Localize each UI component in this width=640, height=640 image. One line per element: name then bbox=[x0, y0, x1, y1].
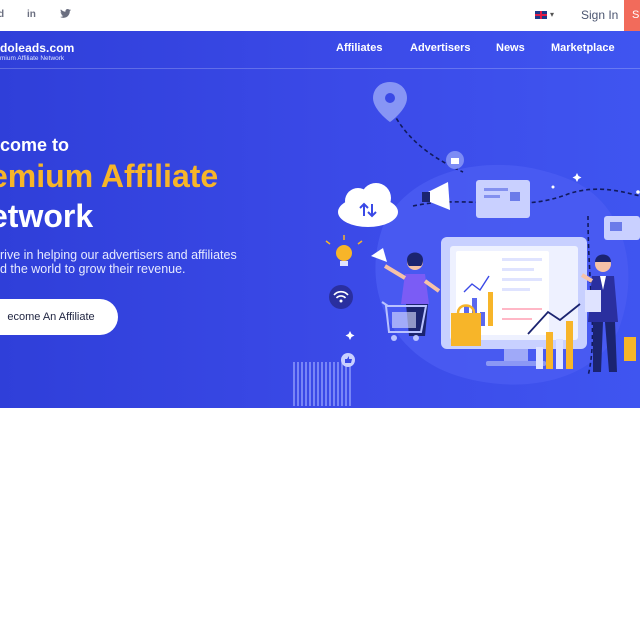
become-affiliate-button[interactable]: ecome An Affiliate bbox=[0, 299, 118, 335]
signup-button[interactable]: S bbox=[624, 0, 640, 31]
like-icon bbox=[341, 353, 355, 367]
nav-news[interactable]: News bbox=[496, 42, 525, 54]
monitor-dashboard bbox=[441, 237, 587, 366]
hero-description-line: rive in helping our advertisers and affi… bbox=[0, 248, 237, 262]
hero-welcome: come to bbox=[0, 135, 70, 155]
shopping-bag-icon bbox=[446, 151, 464, 169]
top-bar: d in ▾ Sign In S bbox=[0, 0, 640, 31]
hero-illustration bbox=[293, 82, 640, 406]
hero-title: etwork bbox=[0, 198, 94, 234]
header-divider bbox=[0, 68, 640, 69]
hero-description: rive in helping our advertisers and affi… bbox=[0, 248, 237, 276]
decorative-block bbox=[624, 337, 636, 361]
location-pin-icon bbox=[373, 82, 407, 122]
language-selector[interactable]: ▾ bbox=[535, 10, 554, 19]
chat-bubble-icon bbox=[604, 216, 640, 240]
hero-section: doleads.com mium Affiliate Network Affil… bbox=[0, 31, 640, 408]
linkedin-icon[interactable]: in bbox=[27, 9, 36, 20]
chat-bubble-icon bbox=[476, 180, 530, 218]
logo-name[interactable]: doleads.com bbox=[0, 41, 74, 55]
facebook-icon[interactable]: d bbox=[0, 9, 4, 20]
logo-tagline: mium Affiliate Network bbox=[0, 55, 65, 62]
nav-marketplace[interactable]: Marketplace bbox=[551, 42, 615, 54]
wifi-icon bbox=[329, 285, 353, 309]
hero-description-line: d the world to grow their revenue. bbox=[0, 262, 186, 276]
nav-advertisers[interactable]: Advertisers bbox=[410, 42, 471, 54]
hero-title-highlight: emium Affiliate bbox=[0, 158, 219, 194]
signin-link[interactable]: Sign In bbox=[581, 8, 618, 22]
twitter-icon[interactable] bbox=[60, 9, 71, 21]
decorative-stripes bbox=[293, 362, 351, 406]
uk-flag-icon bbox=[535, 10, 547, 19]
nav-affiliates[interactable]: Affiliates bbox=[336, 42, 382, 54]
light-bulb-icon bbox=[325, 235, 363, 266]
chevron-down-icon: ▾ bbox=[550, 10, 555, 19]
cloud-sync-icon bbox=[338, 183, 398, 227]
